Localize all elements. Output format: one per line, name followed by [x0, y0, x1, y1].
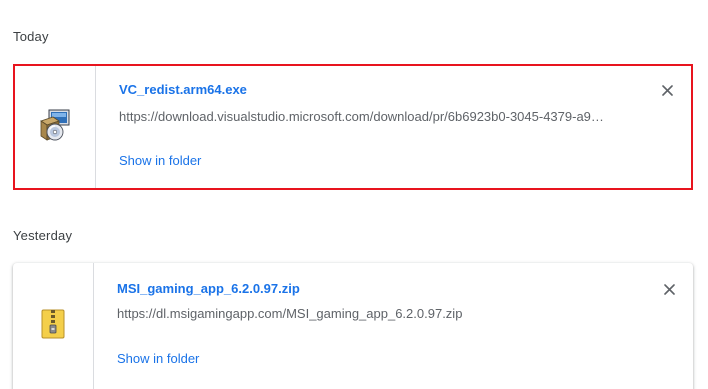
section-label-yesterday: Yesterday [13, 228, 73, 243]
show-in-folder-link[interactable]: Show in folder [119, 153, 201, 168]
download-item-msi-gaming-app: MSI_gaming_app_6.2.0.97.zip https://dl.m… [13, 263, 693, 389]
file-icon-container [15, 66, 96, 188]
downloads-page: Today VC_redist.arm64.exe https://downlo… [0, 0, 708, 389]
file-name-link[interactable]: MSI_gaming_app_6.2.0.97.zip [117, 281, 300, 296]
file-name-link[interactable]: VC_redist.arm64.exe [119, 82, 247, 97]
close-icon[interactable] [659, 82, 675, 98]
download-item-vc-redist: VC_redist.arm64.exe https://download.vis… [13, 64, 693, 190]
section-label-today: Today [13, 29, 49, 44]
file-icon-container [13, 263, 94, 389]
file-source-url: https://download.visualstudio.microsoft.… [119, 109, 604, 124]
installer-icon [37, 107, 73, 148]
close-icon[interactable] [661, 281, 677, 297]
zip-archive-icon [39, 308, 67, 345]
file-source-url: https://dl.msigamingapp.com/MSI_gaming_a… [117, 306, 463, 321]
show-in-folder-link[interactable]: Show in folder [117, 351, 199, 366]
